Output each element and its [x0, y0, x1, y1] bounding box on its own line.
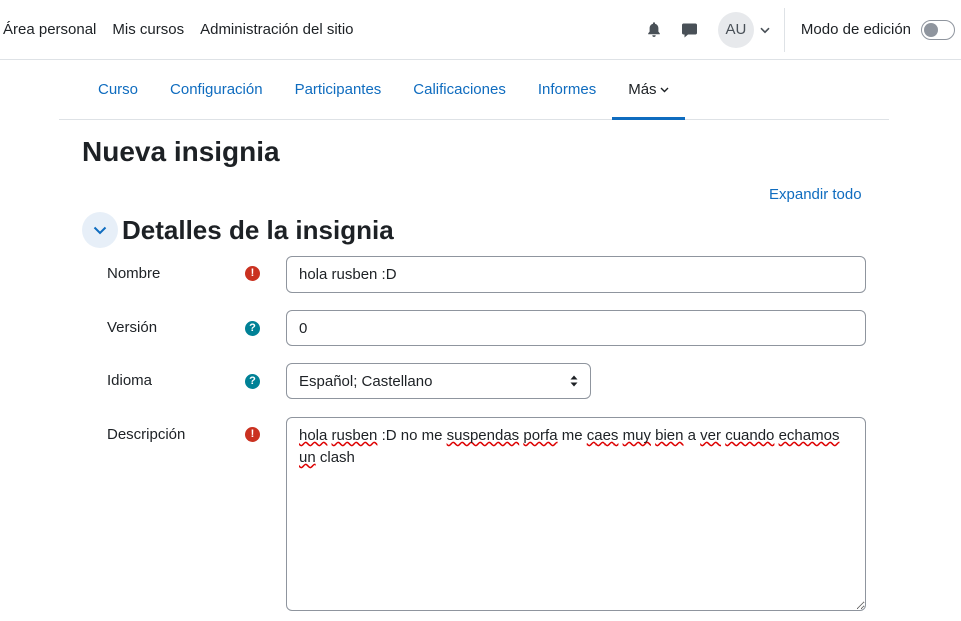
tab-curso-label: Curso: [98, 81, 139, 98]
section-collapse-toggle[interactable]: [82, 212, 118, 248]
expand-all-link[interactable]: Expandir todo: [769, 186, 862, 203]
description-word: clash: [319, 449, 355, 466]
description-word: un: [299, 449, 316, 466]
edit-mode-toggle[interactable]: [921, 19, 955, 40]
page-title: Nueva insignia: [82, 136, 280, 167]
description-word: me: [561, 427, 583, 444]
description-word: a: [687, 427, 696, 444]
tab-curso[interactable]: Curso: [82, 60, 154, 119]
name-input[interactable]: [286, 256, 866, 293]
notifications-bell-icon[interactable]: [640, 16, 668, 44]
tab-participantes[interactable]: Participantes: [279, 60, 398, 119]
chevron-down-icon: [93, 222, 107, 239]
description-word: me: [421, 427, 443, 444]
edit-mode-label: Modo de edición: [800, 21, 911, 38]
version-label: Versión: [107, 319, 158, 336]
description-label: Descripción: [107, 426, 186, 443]
description-word: suspendas: [446, 427, 520, 444]
description-word: hola: [299, 427, 328, 444]
tab-configuracion[interactable]: Configuración: [154, 60, 279, 119]
messages-chat-icon[interactable]: [676, 16, 704, 44]
version-input[interactable]: [286, 310, 866, 346]
description-word: ver: [700, 427, 722, 444]
navbar-right-tools: AU Modo de edición: [640, 0, 961, 59]
primary-navigation: Área personal Mis cursos Administración …: [3, 0, 370, 59]
toggle-knob: [924, 22, 938, 37]
description-word: no: [400, 427, 418, 444]
description-word: rusben: [331, 427, 378, 444]
user-avatar[interactable]: AU: [717, 11, 754, 48]
language-label: Idioma: [107, 372, 153, 389]
language-select[interactable]: Español; Castellano: [286, 363, 591, 399]
tab-configuracion-label: Configuración: [170, 81, 263, 98]
more-chevron-down-icon: [660, 87, 669, 93]
secondary-navigation: Curso Configuración Participantes Califi…: [59, 60, 889, 120]
description-word: caes: [586, 427, 619, 444]
nav-link-area-personal[interactable]: Área personal: [3, 21, 96, 38]
tab-mas-label: Más: [628, 81, 657, 98]
required-icon: !: [245, 266, 260, 281]
description-word: bien: [655, 427, 684, 444]
description-word: cuando: [725, 427, 775, 444]
required-icon: !: [245, 427, 260, 442]
help-icon[interactable]: ?: [245, 321, 260, 336]
tab-informes[interactable]: Informes: [522, 60, 612, 119]
nav-link-mis-cursos[interactable]: Mis cursos: [112, 21, 184, 38]
section-title: Detalles de la insignia: [122, 215, 394, 245]
user-menu-chevron-down-icon[interactable]: [760, 21, 770, 38]
tab-calificaciones[interactable]: Calificaciones: [397, 60, 522, 119]
description-word: porfa: [523, 427, 558, 444]
help-icon[interactable]: ?: [245, 374, 260, 389]
description-word: muy: [622, 427, 651, 444]
tab-informes-label: Informes: [537, 81, 597, 98]
tab-participantes-label: Participantes: [294, 81, 382, 98]
name-label: Nombre: [107, 265, 161, 282]
description-text: hola rusben :D no me suspendas porfa me …: [299, 425, 859, 469]
language-selected-value: Español; Castellano: [299, 372, 433, 390]
nav-link-administracion[interactable]: Administración del sitio: [200, 21, 353, 38]
tab-mas[interactable]: Más: [612, 60, 685, 120]
top-navbar: Área personal Mis cursos Administración …: [0, 0, 961, 60]
description-word: echamos: [778, 427, 840, 444]
select-arrows-icon: [570, 375, 578, 387]
description-word: :D: [381, 427, 397, 444]
navbar-divider: [783, 7, 785, 52]
tab-calificaciones-label: Calificaciones: [413, 81, 506, 98]
